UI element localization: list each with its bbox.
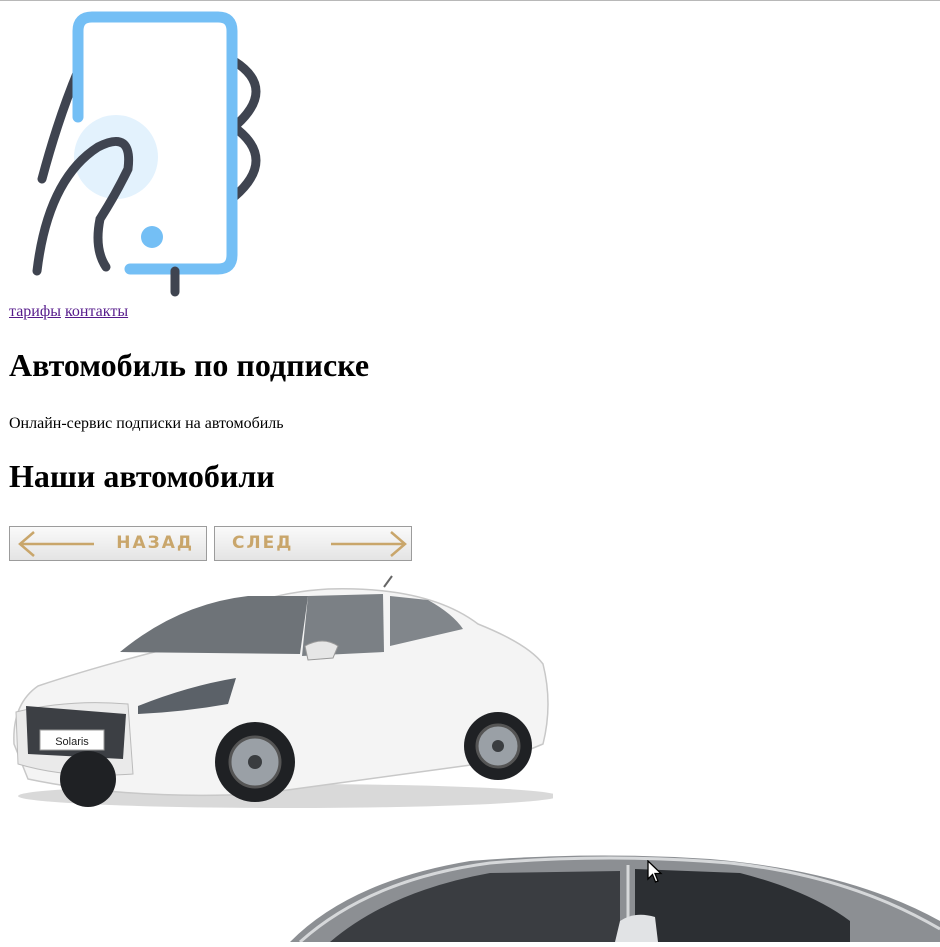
car-image-white-sedan: Solaris bbox=[8, 574, 558, 814]
nav-link-tariffs[interactable]: тарифы bbox=[9, 303, 61, 320]
car-badge-text: Solaris bbox=[55, 736, 89, 748]
next-button[interactable]: СЛЕД bbox=[214, 526, 412, 561]
logo bbox=[28, 9, 268, 301]
car-image-grey-sedan bbox=[290, 851, 940, 944]
page-title: Автомобиль по подписке bbox=[9, 347, 370, 383]
prev-button-label: НАЗАД bbox=[116, 533, 194, 553]
prev-button[interactable]: НАЗАД bbox=[9, 526, 207, 561]
nav: тарифы контакты bbox=[9, 303, 128, 321]
cars-heading: Наши автомобили bbox=[9, 458, 275, 494]
nav-link-contacts[interactable]: контакты bbox=[65, 303, 128, 320]
next-button-label: СЛЕД bbox=[232, 533, 294, 553]
mouse-cursor-icon bbox=[647, 859, 663, 884]
page-subtitle: Онлайн-сервис подписки на автомобиль bbox=[9, 415, 284, 432]
